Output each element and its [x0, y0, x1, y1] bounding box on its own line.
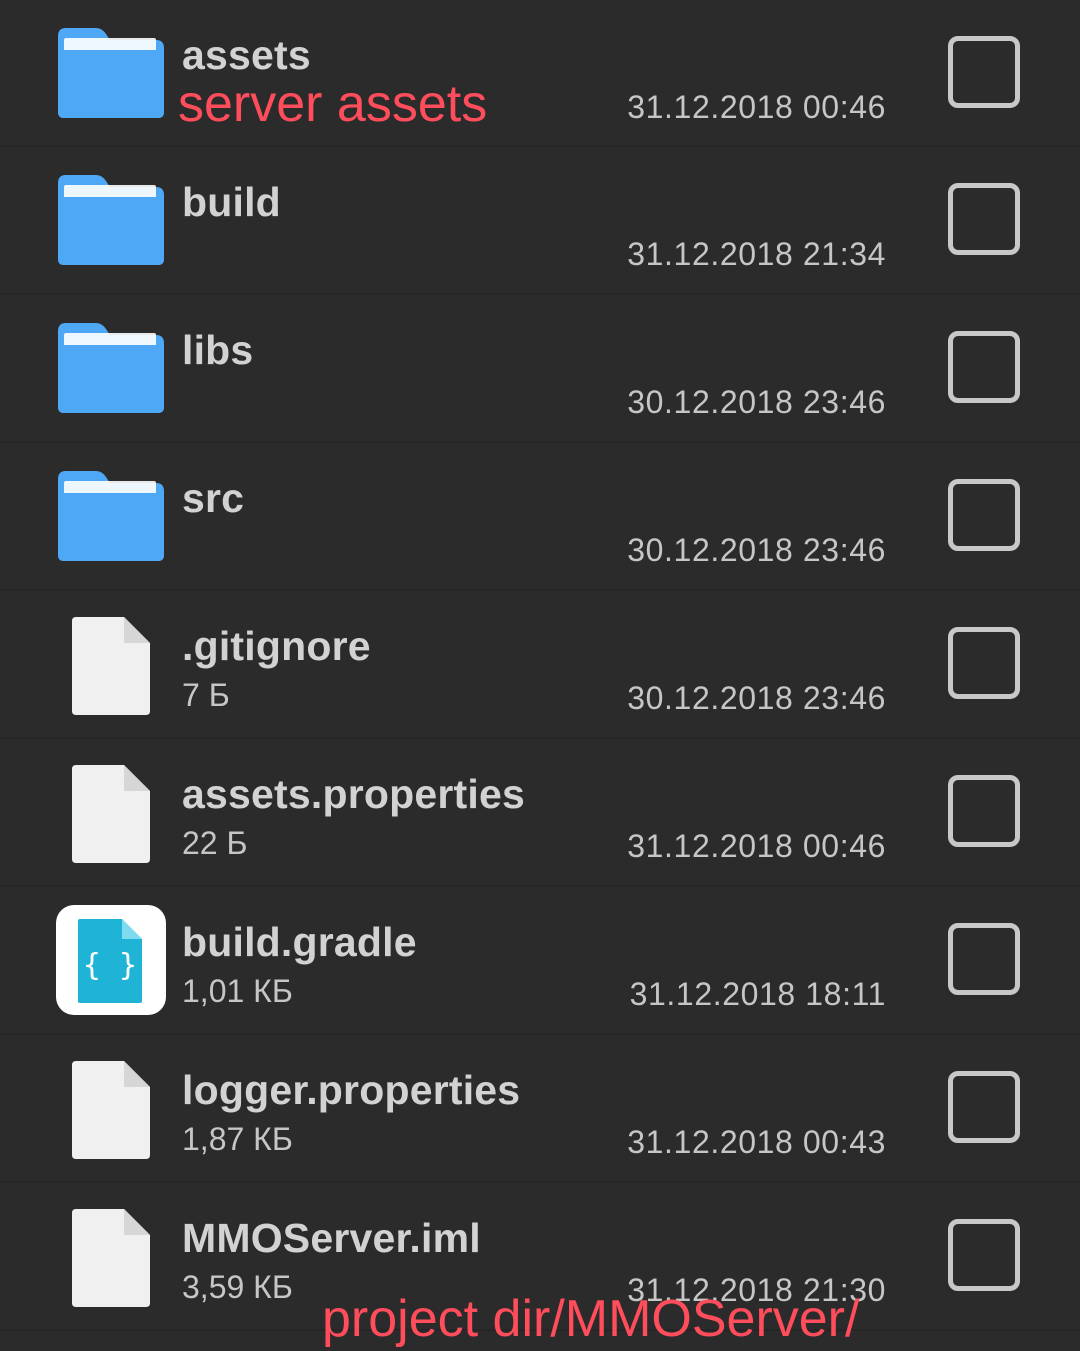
file-date: 31.12.2018 00:46: [627, 89, 886, 125]
file-icon: [56, 1207, 166, 1307]
select-checkbox[interactable]: [948, 923, 1020, 995]
select-checkbox[interactable]: [948, 1219, 1020, 1291]
file-name: MMOServer.iml: [182, 1215, 481, 1261]
code-file-icon: { }: [56, 905, 166, 1015]
file-row[interactable]: assets.properties 22 Б 31.12.2018 00:46: [0, 739, 1080, 887]
file-row[interactable]: { } build.gradle 1,01 КБ 31.12.2018 18:11: [0, 887, 1080, 1035]
file-row[interactable]: build 31.12.2018 21:34: [0, 147, 1080, 295]
annotation-server-assets: server assets: [178, 75, 488, 133]
file-size: 7 Б: [182, 677, 230, 713]
file-list: assets 31.12.2018 00:46 build 31.12.2018 21…: [0, 0, 1080, 1331]
file-icon: [56, 763, 166, 863]
file-date: 31.12.2018 00:46: [627, 828, 886, 864]
folder-icon: [56, 469, 166, 563]
file-name: logger.properties: [182, 1067, 521, 1113]
file-name: assets: [182, 32, 311, 78]
annotation-project-dir: project dir/MMOServer/: [322, 1290, 860, 1348]
file-size: 1,87 КБ: [182, 1121, 293, 1157]
select-checkbox[interactable]: [948, 1071, 1020, 1143]
folder-icon: [56, 26, 166, 120]
folder-icon: [56, 173, 166, 267]
file-row[interactable]: .gitignore 7 Б 30.12.2018 23:46: [0, 591, 1080, 739]
select-checkbox[interactable]: [948, 331, 1020, 403]
file-name: build: [182, 179, 281, 225]
file-name: libs: [182, 327, 254, 373]
select-checkbox[interactable]: [948, 36, 1020, 108]
file-icon: [56, 1059, 166, 1159]
select-checkbox[interactable]: [948, 479, 1020, 551]
select-checkbox[interactable]: [948, 775, 1020, 847]
file-row[interactable]: assets 31.12.2018 00:46: [0, 0, 1080, 147]
select-checkbox[interactable]: [948, 183, 1020, 255]
file-name: build.gradle: [182, 919, 417, 965]
file-name: src: [182, 475, 245, 521]
file-icon: [56, 615, 166, 715]
folder-icon: [56, 321, 166, 415]
file-date: 31.12.2018 18:11: [629, 976, 886, 1012]
file-date: 30.12.2018 23:46: [627, 680, 886, 716]
file-row[interactable]: libs 30.12.2018 23:46: [0, 295, 1080, 443]
file-row[interactable]: src 30.12.2018 23:46: [0, 443, 1080, 591]
file-name: .gitignore: [182, 623, 371, 669]
file-row[interactable]: logger.properties 1,87 КБ 31.12.2018 00:43: [0, 1035, 1080, 1183]
file-size: 3,59 КБ: [182, 1269, 293, 1305]
select-checkbox[interactable]: [948, 627, 1020, 699]
file-date: 31.12.2018 00:43: [627, 1124, 886, 1160]
file-date: 30.12.2018 23:46: [627, 384, 886, 420]
file-date: 31.12.2018 21:34: [627, 236, 886, 272]
file-date: 30.12.2018 23:46: [627, 532, 886, 568]
file-size: 1,01 КБ: [182, 973, 293, 1009]
file-name: assets.properties: [182, 771, 525, 817]
svg-text:{ }: { }: [83, 948, 137, 983]
file-size: 22 Б: [182, 825, 248, 861]
